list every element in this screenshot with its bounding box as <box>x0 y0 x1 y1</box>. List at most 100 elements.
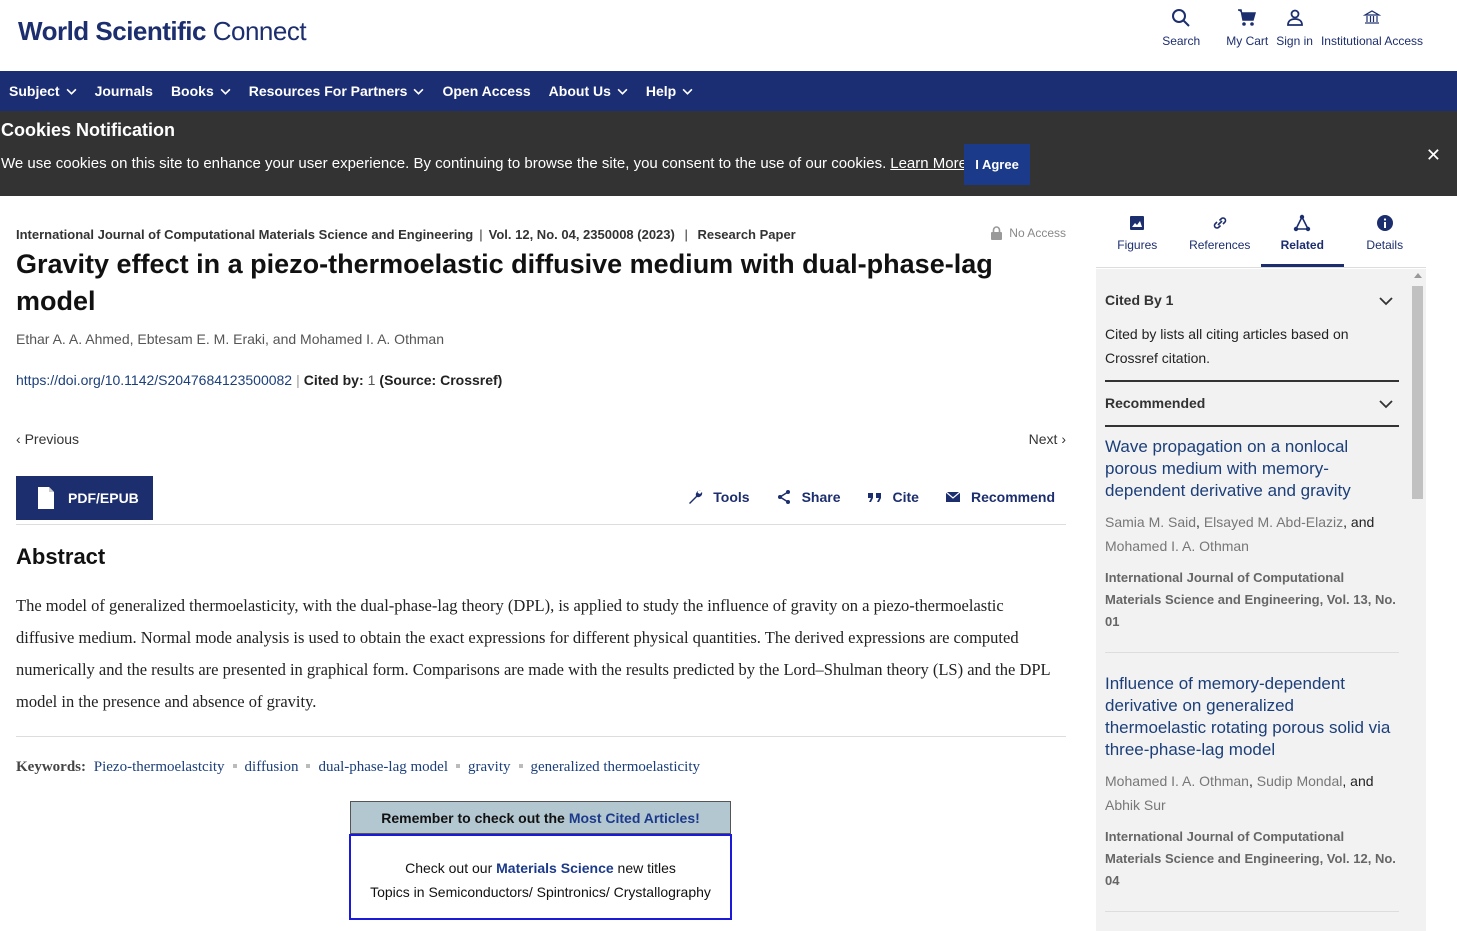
cited-by-count[interactable]: 1 <box>368 372 376 388</box>
site-logo[interactable]: World Scientific Connect <box>18 16 307 47</box>
divider <box>1105 652 1399 653</box>
most-cited-promo: Remember to check out the Most Cited Arti… <box>350 801 731 834</box>
author-link[interactable]: Mohamed I. A. Othman <box>1105 773 1249 789</box>
pdf-epub-button[interactable]: PDF/EPUB <box>16 476 153 520</box>
cited-by-source: (Source: Crossref) <box>379 372 503 388</box>
sign-in-label: Sign in <box>1276 34 1313 48</box>
scroll-up-arrow-icon[interactable] <box>1414 273 1422 278</box>
cookie-title: Cookies Notification <box>1 120 176 140</box>
share-button[interactable]: Share <box>776 489 841 505</box>
nav-resources-for-partners[interactable]: Resources For Partners <box>249 83 425 99</box>
chevron-right-icon: › <box>1057 431 1066 447</box>
keyword-link[interactable]: diffusion <box>245 759 299 775</box>
chevron-down-icon <box>413 88 424 95</box>
nav-about-us[interactable]: About Us <box>549 83 628 99</box>
article-meta: International Journal of Computational M… <box>16 227 796 242</box>
agree-button[interactable]: I Agree <box>964 144 1030 185</box>
learn-more-link[interactable]: Learn More <box>890 155 967 172</box>
tab-details[interactable]: Details <box>1344 196 1427 267</box>
header-actions: Search My Cart Sign in Institutional Acc… <box>1158 8 1427 48</box>
share-icon <box>777 490 790 504</box>
volume-info: Vol. 12, No. 04, 2350008 (2023) <box>488 227 675 242</box>
materials-science-link[interactable]: Materials Science <box>496 860 614 876</box>
previous-article-link[interactable]: ‹ Previous <box>16 431 79 447</box>
chevron-left-icon: ‹ <box>16 431 25 447</box>
nav-journals[interactable]: Journals <box>95 83 153 99</box>
author-link[interactable]: Mohamed I. A. Othman <box>1105 538 1249 554</box>
chevron-down-icon <box>1379 400 1393 409</box>
cookie-banner: Cookies Notification We use cookies on t… <box>0 111 1457 196</box>
search-icon <box>1172 9 1190 27</box>
article-title: Gravity effect in a piezo-thermoelastic … <box>16 249 993 316</box>
sidebar-tabs: Figures References Related Details <box>1096 196 1426 268</box>
institutional-access-button[interactable]: Institutional Access <box>1317 8 1427 48</box>
doi-link[interactable]: https://doi.org/10.1142/S204768412350008… <box>16 372 292 388</box>
recommended-article-title[interactable]: Influence of memory-dependent derivative… <box>1105 673 1399 761</box>
image-icon <box>1130 216 1145 230</box>
institution-icon <box>1362 10 1382 24</box>
chevron-down-icon <box>1379 297 1393 306</box>
author-link[interactable]: Sudip Mondal <box>1257 773 1343 789</box>
main-nav: Subject Journals Books Resources For Par… <box>0 71 1457 111</box>
tab-references[interactable]: References <box>1179 196 1262 267</box>
article-type: Research Paper <box>697 227 796 242</box>
chevron-down-icon <box>682 88 693 95</box>
abstract-heading: Abstract <box>16 544 106 569</box>
cited-by-label: Cited by: <box>303 372 364 388</box>
keyword-link[interactable]: dual-phase-lag model <box>318 759 448 775</box>
journal-link[interactable]: International Journal of Computational M… <box>16 227 473 242</box>
cookie-text: We use cookies on this site to enhance y… <box>1 155 967 172</box>
keywords: Keywords: Piezo-thermoelastcity diffusion… <box>16 759 700 776</box>
recommended-article-title[interactable]: Wave propagation on a nonlocal porous me… <box>1105 436 1399 502</box>
search-button[interactable]: Search <box>1158 8 1204 48</box>
close-icon[interactable]: ✕ <box>1426 145 1441 166</box>
search-label: Search <box>1162 34 1201 48</box>
sign-in-button[interactable]: Sign in <box>1272 8 1317 48</box>
user-icon <box>1286 9 1303 26</box>
keywords-label: Keywords: <box>16 759 86 775</box>
tab-related[interactable]: Related <box>1261 196 1344 267</box>
materials-science-promo: Check out our Materials Science new titl… <box>349 834 732 920</box>
sidebar-scrollbar[interactable] <box>1410 269 1424 931</box>
site-header: World Scientific Connect Search My Cart … <box>0 0 1457 71</box>
promo-topics: Topics in Semiconductors/ Spintronics/ C… <box>370 884 711 900</box>
network-icon <box>1294 214 1311 232</box>
author-link[interactable]: Elsayed M. Abd-Elaziz <box>1204 514 1343 530</box>
recommended-article-authors: Mohamed I. A. Othman, Sudip Mondal, and … <box>1105 773 1374 813</box>
link-icon <box>1213 217 1227 229</box>
keyword-link[interactable]: Piezo-thermoelastcity <box>94 759 225 775</box>
recommended-section-toggle[interactable]: Recommended <box>1105 395 1399 411</box>
nav-help[interactable]: Help <box>646 83 693 99</box>
recommended-article-journal: International Journal of Computational M… <box>1105 829 1396 888</box>
divider <box>1105 380 1399 382</box>
cart-icon <box>1238 9 1257 26</box>
author-link[interactable]: Samia M. Said <box>1105 514 1196 530</box>
most-cited-link[interactable]: Most Cited Articles! <box>569 810 700 826</box>
envelope-icon <box>945 491 961 502</box>
next-article-link[interactable]: Next › <box>1029 431 1066 447</box>
author-link[interactable]: Abhik Sur <box>1105 797 1166 813</box>
divider <box>1105 911 1399 912</box>
nav-books[interactable]: Books <box>171 83 231 99</box>
institutional-access-label: Institutional Access <box>1320 34 1423 48</box>
recommend-button[interactable]: Recommend <box>945 489 1055 505</box>
cite-button[interactable]: Cite <box>867 489 919 505</box>
nav-subject[interactable]: Subject <box>9 83 77 99</box>
access-status: No Access <box>990 226 1066 240</box>
cart-label: My Cart <box>1226 34 1269 48</box>
keyword-link[interactable]: generalized thermoelasticity <box>531 759 701 775</box>
nav-open-access[interactable]: Open Access <box>442 83 530 99</box>
scroll-thumb[interactable] <box>1412 286 1423 499</box>
keyword-link[interactable]: gravity <box>468 759 511 775</box>
cart-button[interactable]: My Cart <box>1222 8 1272 48</box>
sidebar: Figures References Related Details Cited… <box>1096 196 1426 931</box>
wrench-icon <box>689 490 703 504</box>
divider <box>16 736 1066 737</box>
related-panel: Cited By 1 Cited by lists all citing art… <box>1096 269 1426 931</box>
divider <box>16 524 1066 525</box>
tab-figures[interactable]: Figures <box>1096 196 1179 267</box>
cited-by-section-toggle[interactable]: Cited By 1 <box>1105 292 1399 308</box>
recommended-article-authors: Samia M. Said, Elsayed M. Abd-Elaziz, an… <box>1105 514 1375 554</box>
recommended-article-journal: International Journal of Computational M… <box>1105 570 1396 629</box>
tools-button[interactable]: Tools <box>687 489 750 505</box>
